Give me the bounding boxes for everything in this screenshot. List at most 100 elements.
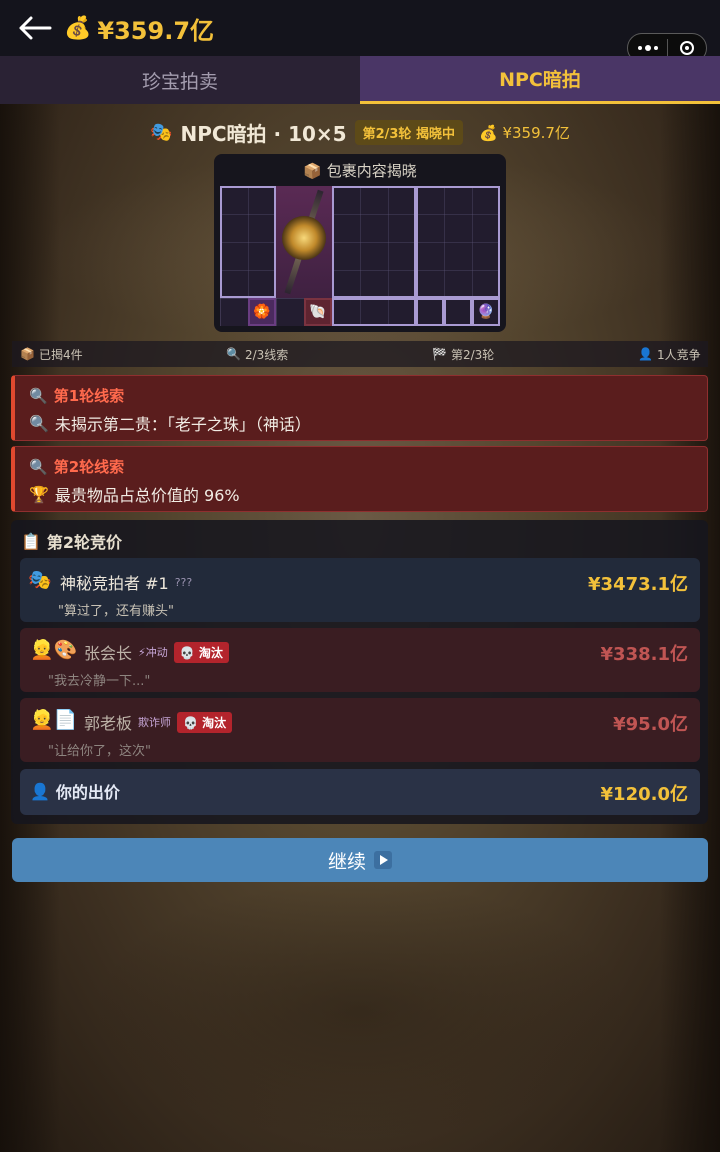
stat-round-text: 第2/3轮 bbox=[450, 347, 495, 362]
bid-price: ¥338.1亿 bbox=[600, 644, 688, 665]
bidder-row[interactable]: 👱🎨 张会长 ⚡冲动 💀 淘汰 "我去冷静一下..." ¥338.1亿 bbox=[20, 628, 700, 692]
clue-title-text: 第1轮线索 bbox=[53, 387, 125, 405]
revealed-orb-item[interactable]: 🔮 bbox=[472, 298, 500, 326]
page-title: NPC暗拍 · 10×5 bbox=[180, 121, 347, 146]
bidder-row[interactable]: 🎭 神秘竞拍者 #1 ??? "算过了，还有赚头" ¥3473.1亿 bbox=[20, 558, 700, 622]
stat-clues-text: 2/3线索 bbox=[244, 347, 289, 362]
bidder-quote: "我去冷静一下..." bbox=[48, 674, 151, 689]
user-icon: 👤 bbox=[30, 781, 50, 801]
tab-npc-blind-auction[interactable]: NPC暗拍 bbox=[360, 56, 720, 104]
package-title-text: 包裹内容揭晓 bbox=[326, 162, 417, 180]
bidder-trait: 欺诈师 bbox=[138, 716, 172, 729]
tab-bar: 珍宝拍卖 NPC暗拍 bbox=[0, 56, 720, 104]
hidden-item-slot[interactable] bbox=[332, 186, 416, 298]
tab-treasure-auction[interactable]: 珍宝拍卖 bbox=[0, 56, 360, 104]
theater-masks-icon: 🎭 bbox=[28, 569, 52, 591]
package-icon: 📦 bbox=[20, 347, 35, 361]
eliminated-badge: 💀 淘汰 bbox=[173, 641, 229, 663]
clue-body-text: 未揭示第二贵：「老子之珠」（神话） bbox=[54, 415, 311, 434]
top-bar: 💰 ¥359.7亿 bbox=[0, 0, 720, 63]
package-icon: 📦 bbox=[303, 162, 322, 180]
stat-round: 🏁 第2/3轮 bbox=[432, 346, 494, 363]
my-bid-label-text: 你的出价 bbox=[55, 783, 120, 802]
money-display: 💰 ¥359.7亿 bbox=[64, 12, 215, 45]
search-icon: 🔍 bbox=[29, 413, 49, 433]
bidder-trait: ⚡冲动 bbox=[138, 646, 168, 659]
bidder-name-text: 郭老板 bbox=[84, 714, 133, 733]
bid-price: ¥3473.1亿 bbox=[588, 574, 688, 595]
header-money-amount: ¥359.7亿 bbox=[502, 123, 570, 142]
bidder-tag: ??? bbox=[174, 575, 193, 589]
hidden-item-slot[interactable] bbox=[416, 298, 444, 326]
eliminated-badge-text: 淘汰 bbox=[202, 715, 227, 730]
back-arrow-icon[interactable] bbox=[18, 12, 52, 44]
avatar-person-palette-icon: 👱🎨 bbox=[30, 639, 78, 661]
eliminated-badge: 💀 淘汰 bbox=[177, 711, 233, 733]
my-bid-row[interactable]: 👤 你的出价 ¥120.0亿 bbox=[20, 769, 700, 815]
clipboard-icon: 📋 bbox=[21, 531, 41, 551]
play-arrow-icon bbox=[374, 851, 392, 869]
bidding-title-text: 第2轮竞价 bbox=[46, 533, 123, 552]
continue-button[interactable]: 继续 bbox=[12, 838, 708, 882]
hidden-item-slot[interactable] bbox=[332, 298, 416, 326]
theater-masks-icon: 🎭 bbox=[150, 121, 173, 143]
clue-text: 🔍 未揭示第二贵：「老子之珠」（神话） bbox=[29, 411, 311, 435]
clue-box-round-1: 🔍 第1轮线索 🔍 未揭示第二贵：「老子之珠」（神话） bbox=[11, 375, 708, 441]
more-menu-icon[interactable] bbox=[628, 45, 667, 51]
header-money: 💰 ¥359.7亿 bbox=[479, 122, 570, 143]
search-icon: 🔍 bbox=[29, 386, 48, 405]
package-panel: 📦 包裹内容揭晓 🏵️ 🐚 🔮 bbox=[214, 154, 506, 332]
hidden-item-slot[interactable] bbox=[220, 186, 276, 298]
revealed-weapon-item[interactable] bbox=[276, 186, 332, 298]
bidder-name: 郭老板 欺诈师 💀 淘汰 bbox=[84, 710, 233, 734]
bidder-name: 张会长 ⚡冲动 💀 淘汰 bbox=[84, 640, 229, 664]
clue-body-text: 最贵物品占总价值的 96% bbox=[54, 486, 240, 505]
stat-revealed: 📦 已揭4件 bbox=[20, 346, 83, 363]
search-icon: 🔍 bbox=[29, 457, 48, 476]
hidden-item-slot[interactable] bbox=[416, 186, 500, 298]
clue-box-round-2: 🔍 第2轮线索 🏆 最贵物品占总价值的 96% bbox=[11, 446, 708, 512]
revealed-amulet-item[interactable]: 🏵️ bbox=[248, 298, 276, 326]
round-status-badge: 第2/3轮 揭晓中 bbox=[354, 119, 463, 145]
weapon-glow bbox=[282, 216, 326, 260]
user-icon: 👤 bbox=[638, 347, 653, 361]
avatar-person-icon: 👱📄 bbox=[30, 709, 78, 731]
bidder-quote: "让给你了，这次" bbox=[48, 744, 151, 759]
close-mini-program-icon[interactable] bbox=[668, 41, 706, 55]
my-bid-price: ¥120.0亿 bbox=[600, 784, 688, 805]
auction-header: 🎭 NPC暗拍 · 10×5 第2/3轮 揭晓中 💰 ¥359.7亿 bbox=[0, 116, 720, 148]
search-icon: 🔍 bbox=[226, 347, 241, 361]
revealed-shell-item[interactable]: 🐚 bbox=[304, 298, 332, 326]
bidding-title: 📋 第2轮竞价 bbox=[21, 529, 122, 553]
bidder-quote: "算过了，还有赚头" bbox=[58, 604, 174, 619]
my-bid-label: 👤 你的出价 bbox=[30, 779, 120, 803]
stat-competitors: 👤 1人竞争 bbox=[638, 346, 701, 363]
bidder-name-text: 张会长 bbox=[84, 644, 133, 663]
clue-title-text: 第2轮线索 bbox=[53, 458, 125, 476]
package-grid: 🏵️ 🐚 🔮 bbox=[220, 186, 500, 326]
package-title: 📦 包裹内容揭晓 bbox=[214, 160, 506, 181]
hidden-item-slot[interactable] bbox=[444, 298, 472, 326]
auction-stats: 📦 已揭4件 🔍 2/3线索 🏁 第2/3轮 👤 1人竞争 bbox=[12, 341, 708, 367]
stat-competitors-text: 1人竞争 bbox=[656, 347, 701, 362]
trophy-icon: 🏆 bbox=[29, 484, 49, 504]
checkered-flag-icon: 🏁 bbox=[432, 347, 447, 361]
bidder-row[interactable]: 👱📄 郭老板 欺诈师 💀 淘汰 "让给你了，这次" ¥95.0亿 bbox=[20, 698, 700, 762]
stat-clues: 🔍 2/3线索 bbox=[226, 346, 288, 363]
clue-title: 🔍 第2轮线索 bbox=[29, 456, 124, 477]
money-amount: ¥359.7亿 bbox=[97, 16, 215, 45]
bid-price: ¥95.0亿 bbox=[613, 714, 688, 735]
bidding-panel: 📋 第2轮竞价 🎭 神秘竞拍者 #1 ??? "算过了，还有赚头" ¥3473.1… bbox=[11, 520, 708, 824]
stat-revealed-text: 已揭4件 bbox=[38, 347, 83, 362]
eliminated-badge-text: 淘汰 bbox=[198, 645, 223, 660]
skull-icon: 💀 bbox=[179, 645, 195, 660]
shell-icon: 🐚 bbox=[309, 304, 327, 320]
bidder-name-text: 神秘竞拍者 #1 bbox=[60, 574, 169, 593]
bidder-name: 神秘竞拍者 #1 ??? bbox=[60, 570, 192, 594]
continue-label: 继续 bbox=[327, 850, 366, 873]
skull-icon: 💀 bbox=[183, 715, 198, 730]
money-bag-icon: 💰 bbox=[478, 123, 498, 142]
money-bag-icon: 💰 bbox=[64, 15, 92, 41]
clue-title: 🔍 第1轮线索 bbox=[29, 385, 124, 406]
amulet-icon: 🏵️ bbox=[253, 304, 271, 320]
